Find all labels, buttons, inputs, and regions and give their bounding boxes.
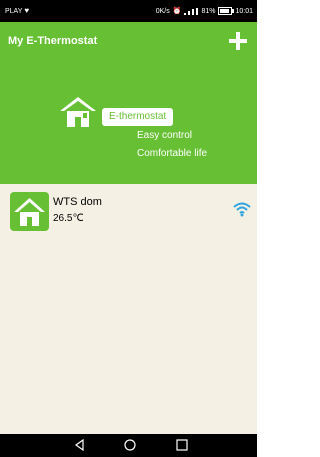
device-house-glyph [14,198,45,226]
status-bar-left: PLAY ♥ [5,7,29,15]
signal-icon [184,7,199,15]
status-bar-right: 0K/s ⏰ 81% 10:01 [156,7,253,15]
wifi-icon [233,202,251,217]
carrier-label: PLAY [5,7,23,15]
header-banner: My E-Thermostat E-thermostat Easy contro… [0,22,257,184]
home-circle-icon[interactable] [122,437,138,453]
device-name: WTS dom [53,196,102,208]
heart-icon: ♥ [24,6,30,15]
clock: 10:01 [235,7,253,15]
house-icon [60,97,96,127]
battery-percent: 81% [201,7,216,15]
alarm-icon: ⏰ [172,8,182,15]
brand-badge: E-thermostat [102,108,174,126]
status-bar: PLAY ♥ 0K/s ⏰ 81% 10:01 [0,0,257,22]
recents-square-icon[interactable] [174,437,190,453]
app-screen: PLAY ♥ 0K/s ⏰ 81% 10:01 My E-Thermostat … [0,0,257,457]
battery-icon [218,7,235,15]
page-title: My E-Thermostat [8,35,98,47]
add-device-button[interactable] [227,30,249,52]
device-list-empty-area [0,232,257,434]
slogan-line-2: Comfortable life [137,148,208,159]
android-nav-bar [0,434,257,457]
slogan-line-1: Easy control [137,130,193,141]
back-triangle-icon[interactable] [72,437,88,453]
device-house-icon [10,192,49,231]
device-temperature: 26.5℃ [53,213,84,224]
device-list-item[interactable]: WTS dom 26.5℃ [0,184,257,232]
network-speed: 0K/s [155,7,170,15]
